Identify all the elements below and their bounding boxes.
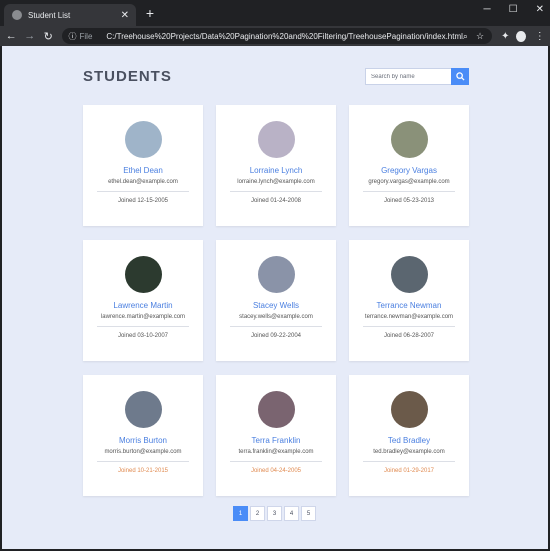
star-icon[interactable]: ☆	[476, 31, 484, 42]
new-tab-button[interactable]: +	[142, 4, 158, 22]
avatar	[124, 391, 162, 428]
student-email: terrance.newman@example.com	[364, 314, 454, 320]
search-button[interactable]	[451, 68, 469, 85]
student-name: Gregory Vargas	[381, 166, 437, 175]
browser-tab-bar: Student List ✕ + ─ ☐ ✕	[0, 0, 550, 26]
search-bar	[365, 68, 469, 85]
divider	[97, 326, 189, 327]
page-viewport: STUDENTS Ethel Dean ethel.dean@example.co…	[2, 46, 548, 549]
forward-arrow-icon[interactable]: →	[23, 30, 38, 42]
url-scheme: File	[79, 31, 93, 41]
student-card: Terra Franklin terra.franklin@example.com…	[216, 375, 336, 496]
student-card: Terrance Newman terrance.newman@example.c…	[349, 240, 469, 361]
joined-date: Joined 04-24-2005	[250, 468, 302, 474]
page-button-3[interactable]: 3	[267, 506, 282, 521]
student-card: Lorraine Lynch lorraine.lynch@example.com…	[216, 105, 336, 226]
student-card: Stacey Wells stacey.wells@example.com Join…	[216, 240, 336, 361]
page-button-2[interactable]: 2	[250, 506, 265, 521]
avatar	[124, 121, 162, 158]
page-button-5[interactable]: 5	[301, 506, 316, 521]
tab-title: Student List	[28, 10, 71, 20]
avatar	[390, 391, 428, 428]
address-bar[interactable]: ⓘ File C:/Treehouse%20Projects/Data%20Pa…	[61, 28, 493, 44]
avatar	[257, 256, 295, 293]
info-icon[interactable]: ⓘ	[68, 31, 78, 42]
avatar	[390, 121, 428, 158]
search-icon	[455, 72, 465, 81]
divider	[363, 191, 455, 192]
student-name: Terra Franklin	[251, 436, 301, 445]
window-controls: ─ ☐ ✕	[484, 4, 544, 15]
student-card: Lawrence Martin lawrence.martin@example.c…	[83, 240, 203, 361]
student-card: Ethel Dean ethel.dean@example.com Joined 1…	[83, 105, 203, 226]
minimize-icon[interactable]: ─	[484, 4, 491, 15]
page-button-1[interactable]: 1	[233, 506, 248, 521]
student-email: lorraine.lynch@example.com	[237, 179, 315, 185]
student-email: stacey.wells@example.com	[239, 314, 313, 320]
browser-tab[interactable]: Student List ✕	[4, 4, 136, 26]
maximize-icon[interactable]: ☐	[509, 4, 518, 15]
divider	[230, 326, 322, 327]
avatar	[124, 256, 162, 293]
student-email: terra.franklin@example.com	[238, 449, 314, 455]
joined-date: Joined 12-15-2005	[117, 198, 169, 204]
divider	[97, 461, 189, 462]
profile-icon[interactable]	[515, 30, 526, 42]
avatar	[257, 121, 295, 158]
student-card: Morris Burton morris.burton@example.com Jo…	[83, 375, 203, 496]
student-name: Ethel Dean	[123, 166, 163, 175]
student-email: morris.burton@example.com	[104, 449, 182, 455]
divider	[97, 191, 189, 192]
divider	[230, 461, 322, 462]
joined-date: Joined 01-29-2017	[383, 468, 435, 474]
student-email: lawrence.martin@example.com	[100, 314, 186, 320]
divider	[363, 461, 455, 462]
reload-icon[interactable]: ↻	[41, 30, 56, 43]
url-text[interactable]: C:/Treehouse%20Projects/Data%20Paginatio…	[106, 32, 463, 41]
browser-nav-bar: ← → ↻ ⓘ File C:/Treehouse%20Projects/Dat…	[0, 26, 550, 46]
divider	[363, 326, 455, 327]
joined-date: Joined 09-22-2004	[250, 333, 302, 339]
student-email: ted.bradley@example.com	[373, 449, 445, 455]
back-arrow-icon[interactable]: ←	[4, 30, 19, 42]
globe-icon	[12, 10, 22, 20]
student-name: Ted Bradley	[387, 436, 431, 445]
student-email: ethel.dean@example.com	[108, 179, 178, 185]
student-name: Terrance Newman	[376, 301, 442, 310]
joined-date: Joined 01-24-2008	[250, 198, 302, 204]
student-grid: Ethel Dean ethel.dean@example.com Joined 1…	[83, 105, 469, 496]
divider	[230, 191, 322, 192]
student-name: Morris Burton	[118, 436, 167, 445]
window-close-icon[interactable]: ✕	[536, 4, 544, 15]
student-name: Lawrence Martin	[113, 301, 173, 310]
pagination: 12345	[233, 506, 316, 521]
student-name: Stacey Wells	[252, 301, 300, 310]
zoom-icon[interactable]: ⌕	[463, 31, 468, 42]
page-button-4[interactable]: 4	[284, 506, 299, 521]
close-tab-icon[interactable]: ✕	[121, 10, 129, 21]
extensions-icon[interactable]: ✦	[498, 31, 513, 42]
student-card: Gregory Vargas gregory.vargas@example.com…	[349, 105, 469, 226]
avatar	[390, 256, 428, 293]
joined-date: Joined 05-23-2013	[383, 198, 435, 204]
joined-date: Joined 10-21-2015	[117, 468, 169, 474]
avatar	[257, 391, 295, 428]
joined-date: Joined 03-10-2007	[117, 333, 169, 339]
search-input[interactable]	[365, 68, 451, 85]
page-header: STUDENTS	[83, 68, 469, 88]
page-title: STUDENTS	[83, 68, 172, 85]
student-email: gregory.vargas@example.com	[368, 179, 450, 185]
menu-icon[interactable]: ⋮	[533, 31, 548, 42]
joined-date: Joined 06-28-2007	[383, 333, 435, 339]
student-name: Lorraine Lynch	[249, 166, 303, 175]
student-card: Ted Bradley ted.bradley@example.com Joined…	[349, 375, 469, 496]
